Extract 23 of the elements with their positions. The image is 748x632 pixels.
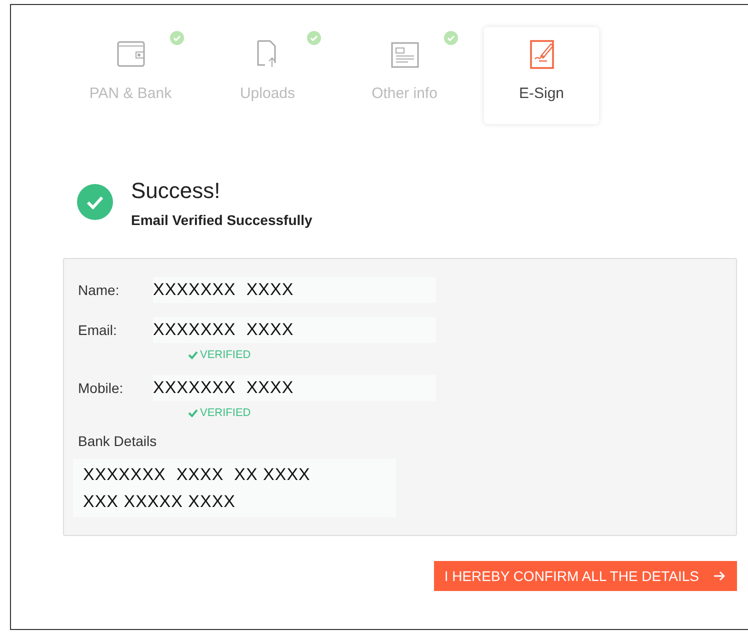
field-label: Email: [78, 322, 118, 338]
check-icon [170, 31, 184, 45]
step-tab[interactable]: E-Sign [484, 27, 599, 124]
confirm-button[interactable]: I HEREBY CONFIRM ALL THE DETAILS [434, 561, 737, 591]
field-value: XXXXXXX XXXX [153, 277, 436, 303]
verified-badge: VERIFIED [188, 407, 716, 419]
success-icon [77, 184, 113, 220]
bank-details-label: Bank Details [78, 433, 158, 449]
field-value: XXXXXXX XXXX [153, 317, 436, 343]
check-icon [307, 31, 321, 45]
step-tab[interactable]: Uploads [210, 27, 325, 124]
bank-details-value: XXXXXXX XXXX XX XXXX XXX XXXXX XXXX [73, 459, 396, 517]
step-tab[interactable]: PAN & Bank [73, 27, 188, 124]
field-label: Mobile: [78, 380, 124, 396]
field-label: Name: [78, 282, 120, 298]
success-title: Success! [131, 178, 222, 204]
field-value: XXXXXXX XXXX [153, 375, 436, 401]
verified-badge: VERIFIED [188, 349, 716, 361]
wallet-icon [116, 39, 146, 69]
success-message: Email Verified Successfully [131, 212, 312, 228]
step-tab[interactable]: Other info [347, 27, 462, 124]
check-icon [444, 31, 458, 45]
arrow-right-icon [713, 570, 725, 582]
